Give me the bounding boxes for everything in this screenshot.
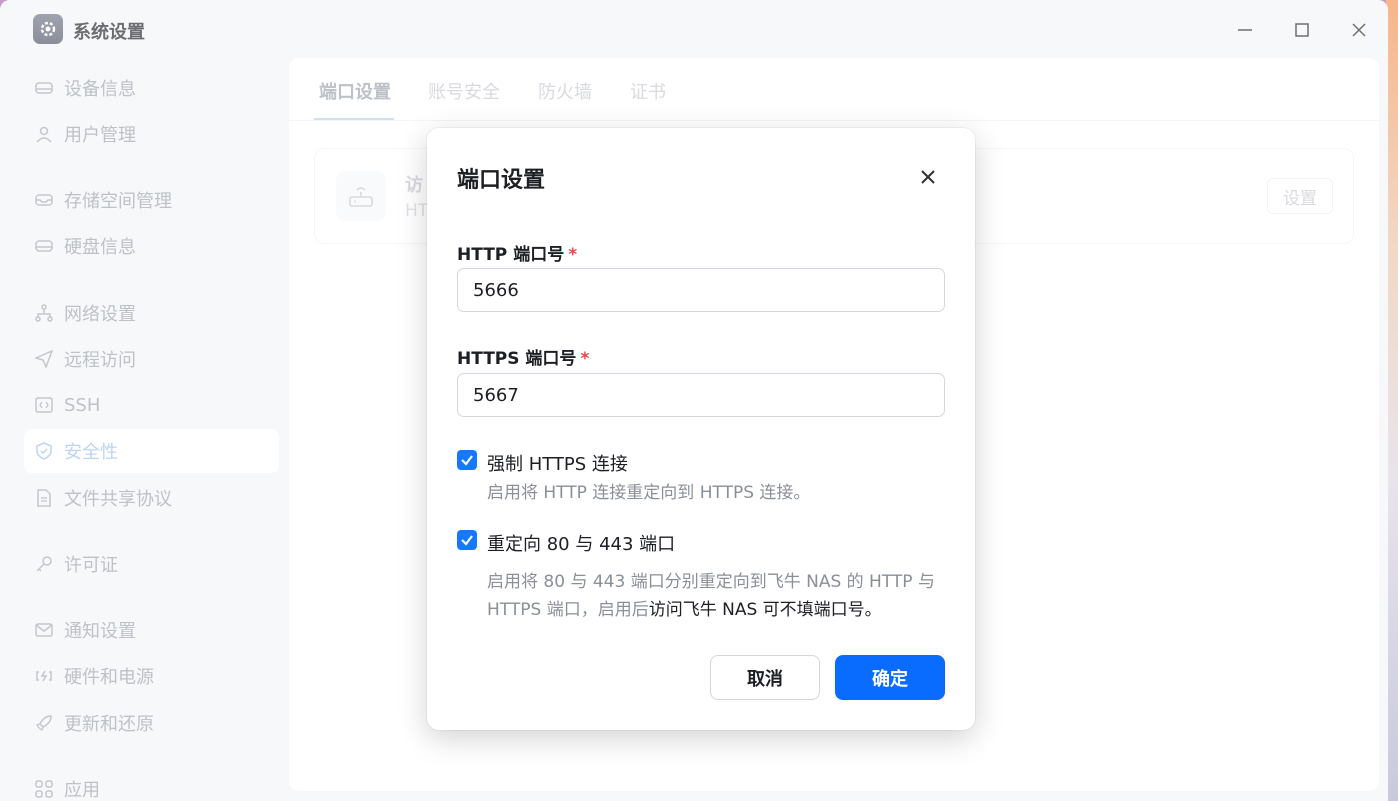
confirm-button[interactable]: 确定 — [835, 655, 945, 700]
redirect-ports-checkbox[interactable] — [457, 530, 477, 550]
close-icon[interactable] — [911, 160, 945, 194]
required-mark: * — [568, 245, 578, 265]
force-https-description: 启用将 HTTP 连接重定向到 HTTPS 连接。 — [487, 483, 811, 503]
https-port-input[interactable] — [457, 373, 945, 417]
required-mark: * — [580, 349, 590, 369]
check-icon — [461, 535, 473, 546]
port-settings-dialog: 端口设置 HTTP 端口号* HTTPS 端口号* 强制 HTTPS 连接 启用… — [427, 128, 975, 730]
redirect-ports-description: 启用将 80 与 443 端口分别重定向到飞牛 NAS 的 HTTP 与 HTT… — [487, 572, 935, 620]
settings-window: 系统设置 设备信息 用户管理 存储空间管理 硬盘信息 网络设置 远程访问 SSH… — [0, 0, 1388, 801]
https-port-label: HTTPS 端口号 * — [457, 349, 590, 369]
force-https-checkbox[interactable] — [457, 450, 477, 470]
check-icon — [461, 455, 473, 466]
force-https-label[interactable]: 强制 HTTPS 连接 — [487, 450, 628, 476]
dialog-title: 端口设置 — [457, 168, 546, 193]
http-port-input[interactable] — [457, 268, 945, 312]
cancel-button[interactable]: 取消 — [710, 655, 820, 700]
http-port-label: HTTP 端口号 * — [457, 245, 578, 265]
redirect-ports-label[interactable]: 重定向 80 与 443 端口 — [487, 530, 675, 556]
